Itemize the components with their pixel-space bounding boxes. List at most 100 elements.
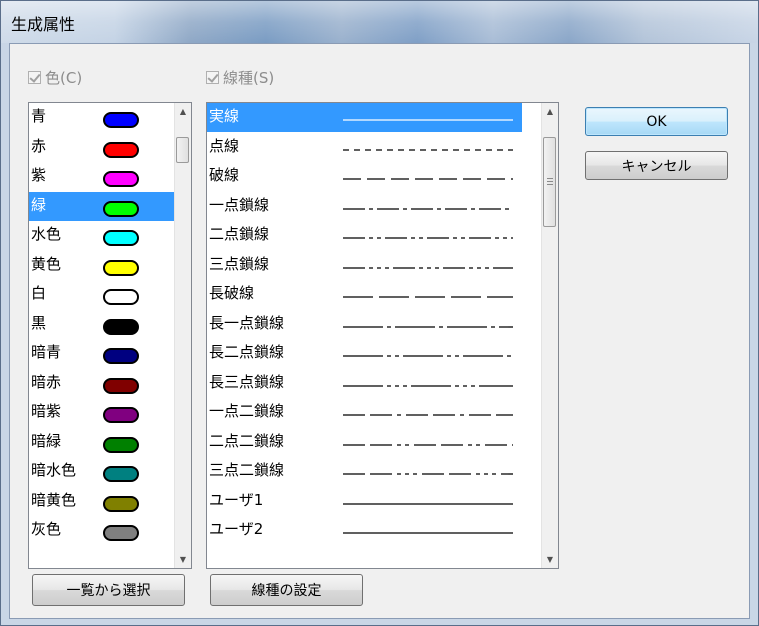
scroll-up-arrow-icon[interactable]: ▲ [542,103,558,120]
linetype-list-item[interactable]: 二点二鎖線 [207,428,522,457]
scroll-up-arrow-icon[interactable]: ▲ [175,103,191,120]
linetype-list-item[interactable]: 長破線 [207,280,522,309]
scroll-down-arrow-icon[interactable]: ▼ [542,551,558,568]
linetype-list-scrollbar[interactable]: ▲ ▼ [541,103,558,568]
linetype-item-label: ユーザ1 [209,490,264,509]
linetype-item-label: 二点二鎖線 [209,431,285,450]
linetype-item-label: 三点二鎖線 [209,461,285,479]
dialog-window: 生成属性 色(C) 青赤紫緑水色黄色白黒暗青暗赤暗紫暗緑暗水色暗黄色灰色 ▲ ▼… [0,0,759,626]
linetype-item-label: 二点鎖線 [209,225,270,243]
ok-button[interactable]: OK [585,107,728,136]
line-sample [343,414,513,416]
linetype-list-item[interactable]: 点線 [207,133,522,162]
line-sample [343,355,513,357]
color-list-item[interactable]: 水色 [29,221,174,250]
grip-icon [547,178,553,179]
linetype-item-label: 点線 [209,136,240,155]
linetype-list-item[interactable]: ユーザ2 [207,516,522,545]
color-swatch [103,407,139,423]
linetype-list-item[interactable]: ユーザ1 [207,487,522,516]
color-swatch [103,230,139,246]
line-sample [343,473,513,475]
color-list-item[interactable]: 暗紫 [29,398,174,427]
linetype-list-item[interactable]: 長二点鎖線 [207,339,522,368]
linetype-list-scroll-thumb[interactable] [543,137,556,227]
color-list-item[interactable]: 暗緑 [29,428,174,457]
color-list-item[interactable]: 白 [29,280,174,309]
color-checkbox-label: 色(C) [45,69,83,87]
linetype-list-item[interactable]: 三点鎖線 [207,251,522,280]
color-swatch [103,171,139,187]
line-sample [343,119,513,121]
linetype-list-item[interactable]: 一点二鎖線 [207,398,522,427]
linetype-item-label: 長三点鎖線 [209,372,285,391]
scroll-down-arrow-icon[interactable]: ▼ [175,551,191,568]
color-list-item[interactable]: 青 [29,103,174,132]
color-list-item[interactable]: 緑 [29,191,174,221]
linetype-list-item[interactable]: 長一点鎖線 [207,310,522,339]
color-swatch [103,436,139,453]
line-sample [343,443,513,446]
linetype-settings-button[interactable]: 線種の設定 [210,574,363,606]
color-item-label: 暗黄色 [31,490,77,509]
color-list-item[interactable]: 暗赤 [29,369,174,398]
color-list-item[interactable]: 灰色 [29,516,174,545]
linetype-item-label: 破線 [209,166,240,184]
color-checkbox[interactable]: 色(C) [28,67,82,88]
color-swatch [103,289,139,305]
linetype-list-item[interactable]: 一点鎖線 [207,192,522,221]
linetype-item-label: ユーザ2 [209,520,264,538]
line-sample [343,296,513,298]
color-item-label: 黒 [31,313,47,332]
color-swatch [103,466,139,482]
color-list-item[interactable]: 紫 [29,162,174,191]
linetype-list-item[interactable]: 長三点鎖線 [207,369,522,398]
color-list-item[interactable]: 暗青 [29,339,174,368]
color-item-label: 暗青 [31,343,62,361]
color-checkbox-box[interactable] [28,71,41,84]
color-swatch [103,200,139,217]
color-list-item[interactable]: 黄色 [29,251,174,280]
color-item-label: 青 [31,107,47,125]
color-item-label: 緑 [31,195,47,214]
color-item-label: 暗水色 [31,461,77,479]
color-swatch [103,318,139,335]
color-swatch [103,259,139,276]
color-item-label: 暗赤 [31,372,62,391]
window-title: 生成属性 [11,15,76,34]
linetype-list-item[interactable]: 実線 [207,103,522,132]
linetype-checkbox[interactable]: 線種(S) [206,67,274,88]
linetype-checkbox-box[interactable] [206,71,219,84]
grip-icon [547,181,553,182]
linetype-list-item[interactable]: 三点二鎖線 [207,457,522,486]
color-list-scroll-thumb[interactable] [176,137,189,163]
linetype-list-item[interactable]: 二点鎖線 [207,221,522,250]
linetype-list-item[interactable]: 破線 [207,162,522,191]
color-swatch [103,141,139,158]
line-sample [343,325,513,328]
linetype-item-label: 長破線 [209,284,255,302]
color-swatch [103,377,139,394]
color-list-item[interactable]: 暗水色 [29,457,174,486]
cancel-button[interactable]: キャンセル [585,151,728,180]
color-item-label: 水色 [31,225,62,243]
linetype-item-label: 三点鎖線 [209,254,270,273]
grip-icon [547,184,553,185]
color-list-scrollbar[interactable]: ▲ ▼ [174,103,191,568]
color-list-item[interactable]: 赤 [29,133,174,162]
select-from-list-button[interactable]: 一覧から選択 [32,574,185,606]
linetype-item-label: 一点二鎖線 [209,402,285,420]
title-bar[interactable]: 生成属性 [1,1,758,43]
linetype-item-label: 長一点鎖線 [209,313,285,332]
color-item-label: 暗紫 [31,402,62,420]
color-item-label: 赤 [31,136,47,155]
color-swatch [103,495,139,512]
color-list-item[interactable]: 黒 [29,310,174,339]
linetype-checkbox-label: 線種(S) [223,69,275,87]
line-sample [343,207,513,210]
linetype-listbox[interactable]: 実線点線破線一点鎖線二点鎖線三点鎖線長破線長一点鎖線長二点鎖線長三点鎖線一点二鎖… [206,102,559,569]
color-listbox[interactable]: 青赤紫緑水色黄色白黒暗青暗赤暗紫暗緑暗水色暗黄色灰色 ▲ ▼ [28,102,192,569]
color-swatch [103,348,139,364]
color-item-label: 白 [31,284,47,302]
color-list-item[interactable]: 暗黄色 [29,487,174,516]
